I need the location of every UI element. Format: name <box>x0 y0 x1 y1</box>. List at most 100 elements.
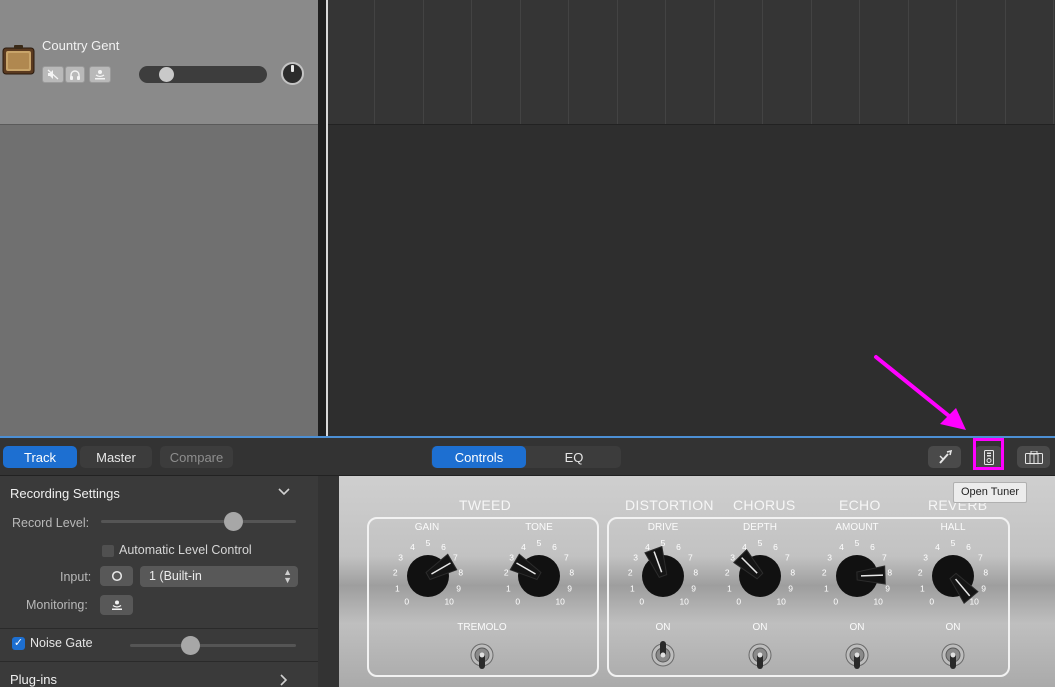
recording-settings-panel: Recording Settings Record Level: Automat… <box>0 476 318 687</box>
knob-scale-number: 0 <box>833 596 838 606</box>
track-name[interactable]: Country Gent <box>42 38 119 53</box>
tab-eq[interactable]: EQ <box>528 446 620 468</box>
gain-knob[interactable]: 01 234 5 678 910 <box>381 536 475 610</box>
depth-label: DEPTH <box>743 522 777 533</box>
knob-scale-number: 8 <box>569 568 574 578</box>
knob-scale-number: 7 <box>978 553 983 563</box>
input-select-value: 1 (Built-in <box>149 569 202 583</box>
noise-gate-checkbox[interactable]: ✓ <box>12 637 25 650</box>
smart-controls-toolbar: Track Master Compare Controls EQ <box>0 438 1055 476</box>
knob-scale-number: 7 <box>785 553 790 563</box>
tremolo-label: TREMOLO <box>457 622 507 633</box>
knob-scale-number: 10 <box>444 596 454 606</box>
track-volume-slider[interactable] <box>139 66 267 83</box>
track-header-row[interactable]: Country Gent <box>0 0 318 125</box>
input-format-button[interactable] <box>100 566 133 586</box>
keyboard-icon <box>1024 450 1043 464</box>
knob-scale-number: 7 <box>564 553 569 563</box>
knob-scale-number: 3 <box>509 553 514 563</box>
noise-gate-slider[interactable] <box>130 636 296 655</box>
solo-button[interactable] <box>65 66 85 83</box>
chorus-switch[interactable] <box>747 639 773 671</box>
knob-scale-number: 6 <box>552 542 557 552</box>
garageband-window: Country Gent Track Master Compare Contro… <box>0 0 1055 687</box>
knob-scale-number: 2 <box>628 568 633 578</box>
track-pan-knob[interactable] <box>281 62 304 85</box>
wrench-icon <box>938 450 952 464</box>
knob-scale-number: 4 <box>645 542 650 552</box>
knob-scale-number: 3 <box>923 553 928 563</box>
tremolo-switch[interactable] <box>469 639 495 671</box>
plugins-title[interactable]: Plug-ins <box>10 672 57 687</box>
knob-scale-number: 6 <box>773 542 778 552</box>
knob-scale-number: 2 <box>918 568 923 578</box>
amp-controls-area: TWEED DISTORTION CHORUS ECHO REVERB GAIN… <box>318 476 1055 687</box>
record-level-knob[interactable] <box>224 512 243 531</box>
knob-scale-number: 10 <box>555 596 565 606</box>
plugin-settings-button[interactable] <box>928 446 961 468</box>
hall-knob[interactable]: 01234 5 678910 <box>906 536 1000 610</box>
tone-label: TONE <box>525 522 553 533</box>
knob-scale-number: 0 <box>639 596 644 606</box>
automatic-level-control-label[interactable]: Automatic Level Control <box>119 543 252 557</box>
depth-knob[interactable]: 01234 5 678910 <box>713 536 807 610</box>
noise-gate-knob[interactable] <box>181 636 200 655</box>
keyboard-button[interactable] <box>1017 446 1050 468</box>
knob-scale-number: 6 <box>441 542 446 552</box>
chevron-right-icon[interactable] <box>278 674 288 686</box>
knob-scale-number: 5 <box>758 538 763 548</box>
drive-knob[interactable]: 01234 5 678910 <box>616 536 710 610</box>
annotation-arrow <box>874 355 966 430</box>
knob-scale-number: 0 <box>736 596 741 606</box>
knob-scale-number: 1 <box>506 583 511 593</box>
tab-master[interactable]: Master <box>80 446 152 468</box>
knob-scale-number: 9 <box>788 583 793 593</box>
knob-scale-number: 2 <box>393 568 398 578</box>
recording-settings-title[interactable]: Recording Settings <box>10 486 120 501</box>
knob-scale-number: 9 <box>567 583 572 593</box>
mute-button[interactable] <box>42 66 64 83</box>
reverb-on-label: ON <box>945 622 961 633</box>
knob-scale-number: 10 <box>776 596 786 606</box>
knob-scale-number: 0 <box>929 596 934 606</box>
automatic-level-control-checkbox[interactable] <box>102 545 114 557</box>
compare-button[interactable]: Compare <box>160 446 233 468</box>
tab-track[interactable]: Track <box>3 446 77 468</box>
knob-scale-number: 4 <box>410 542 415 552</box>
knob-scale-number: 1 <box>630 583 635 593</box>
open-tuner-tooltip: Open Tuner <box>953 482 1027 503</box>
knob-scale-number: 2 <box>504 568 509 578</box>
tab-controls[interactable]: Controls <box>432 446 526 468</box>
echo-switch[interactable] <box>844 639 870 671</box>
divider <box>0 661 318 662</box>
reverb-switch[interactable] <box>940 639 966 671</box>
echo-on-label: ON <box>849 622 865 633</box>
playhead[interactable] <box>326 0 328 436</box>
monitoring-button[interactable] <box>100 595 133 615</box>
record-level-slider[interactable] <box>101 512 296 531</box>
input-monitoring-button[interactable] <box>89 66 111 83</box>
pane-divider[interactable] <box>318 0 326 436</box>
amount-knob[interactable]: 01 234 5 678 910 <box>810 536 904 610</box>
knob-scale-number: 5 <box>426 538 431 548</box>
input-select[interactable]: 1 (Built-in ▲ ▼ <box>140 566 298 587</box>
knob-scale-number: 7 <box>882 553 887 563</box>
knob-scale-number: 9 <box>691 583 696 593</box>
divider <box>0 628 318 629</box>
headphones-icon <box>70 70 80 80</box>
knob-scale-number: 6 <box>676 542 681 552</box>
knob-scale-number: 2 <box>725 568 730 578</box>
knob-scale-number: 5 <box>951 538 956 548</box>
chevron-down-icon[interactable] <box>278 486 290 498</box>
amp-panel: TWEED DISTORTION CHORUS ECHO REVERB GAIN… <box>339 476 1055 687</box>
track-volume-knob[interactable] <box>159 67 174 82</box>
knob-scale-number: 6 <box>870 542 875 552</box>
track-lane[interactable] <box>326 0 1055 125</box>
drive-label: DRIVE <box>647 522 679 533</box>
knob-scale-number: 8 <box>693 568 698 578</box>
knob-scale-number: 1 <box>395 583 400 593</box>
noise-gate-label[interactable]: Noise Gate <box>30 636 93 650</box>
tone-knob[interactable]: 01 234 5 678 910 <box>492 536 586 610</box>
distortion-switch[interactable] <box>650 639 676 671</box>
chorus-title: CHORUS <box>733 497 796 513</box>
